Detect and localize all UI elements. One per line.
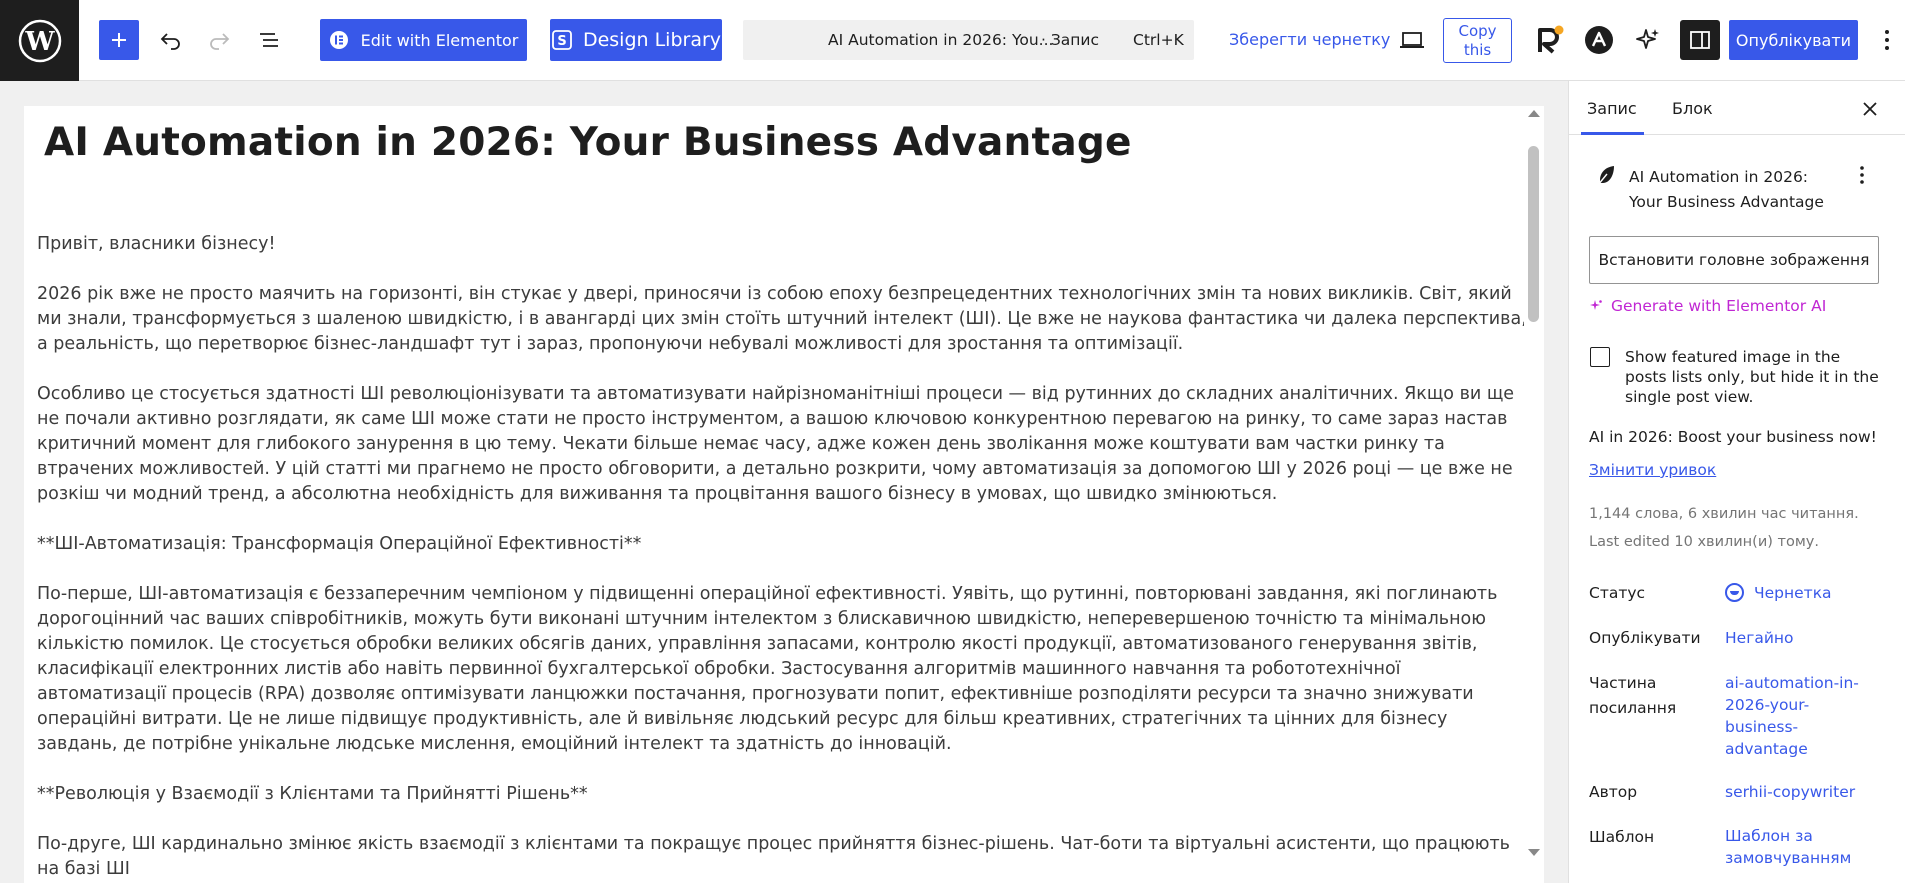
preview-button[interactable]: [1392, 20, 1432, 60]
elementor-icon: [329, 31, 348, 49]
design-library-button[interactable]: S Design Library: [550, 19, 722, 61]
slug-value: ai-automation-in- 2026-your-business-adva…: [1725, 674, 1859, 758]
command-bar-shortcut: Ctrl+K: [1133, 31, 1184, 49]
sparkle-icon: [1636, 29, 1659, 49]
template-value-button[interactable]: Шаблон за замовчуванням: [1725, 825, 1865, 869]
set-featured-image-button[interactable]: Встановити головне зображення: [1589, 236, 1879, 284]
undo-icon: [160, 33, 180, 50]
svg-text:W: W: [24, 27, 55, 57]
paragraph-block[interactable]: **ШІ-Автоматизація: Трансформація Операц…: [37, 532, 1524, 557]
list-view-icon: [260, 33, 278, 47]
options-menu-button[interactable]: [1872, 20, 1902, 60]
publish-date-button[interactable]: Негайно: [1725, 627, 1875, 649]
sidebar-post-title: AI Automation in 2026: Your Business Adv…: [1629, 168, 1824, 211]
scroll-up-arrow[interactable]: [1528, 110, 1540, 117]
settings-sidebar-toggle[interactable]: [1680, 20, 1720, 60]
paragraph-block[interactable]: **Революція у Взаємодії з Клієнтами та П…: [37, 782, 1524, 807]
edit-excerpt-link[interactable]: Змінити уривок: [1589, 461, 1716, 479]
paragraph-block[interactable]: Привіт, власники бізнесу!: [37, 232, 1524, 257]
featured-image-hide-label: Show featured image in the posts lists o…: [1625, 348, 1879, 406]
tab-post[interactable]: Запис: [1587, 99, 1637, 118]
r-plugin-button[interactable]: [1529, 20, 1569, 60]
svg-text:S: S: [557, 34, 566, 49]
edit-with-elementor-label: Edit with Elementor: [360, 30, 519, 50]
add-block-button[interactable]: [99, 20, 139, 60]
redo-button[interactable]: [199, 20, 239, 60]
paragraph-block[interactable]: По-перше, ШІ-автоматизація є беззаперечн…: [37, 582, 1524, 757]
editor-toolbar: W Edit with Elementor S Design Library A…: [0, 0, 1905, 81]
paragraph-block[interactable]: 2026 рік вже не просто маячить на горизо…: [37, 282, 1524, 357]
paragraph-block[interactable]: По-друге, ШІ кардинально змінює якість в…: [37, 832, 1524, 882]
list-view-button[interactable]: [249, 20, 289, 60]
copy-this-line1: Copy: [1458, 22, 1497, 40]
more-vertical-icon: [1885, 30, 1889, 50]
a-plugin-button[interactable]: [1579, 20, 1619, 60]
slug-value-button[interactable]: ai-automation-in- 2026-your-business-adva…: [1725, 672, 1865, 760]
save-draft-button[interactable]: Зберегти чернетку: [1229, 30, 1390, 49]
generate-with-elementor-ai-button[interactable]: Generate with Elementor AI: [1589, 297, 1826, 315]
scroll-down-arrow[interactable]: [1528, 849, 1540, 856]
desktop-preview-icon: [1400, 32, 1424, 48]
a-logo-icon: [1585, 26, 1613, 54]
design-library-label: Design Library: [582, 29, 722, 51]
active-tab-indicator: [1581, 132, 1644, 135]
draft-status-icon: [1725, 583, 1744, 602]
sidebar-tabs: Запис Блок: [1569, 81, 1905, 135]
editor-canvas-area: AI Automation in 2026: Your Business Adv…: [0, 81, 1568, 883]
editor-scrollbar[interactable]: [1524, 106, 1544, 883]
post-type-icon: [1595, 164, 1617, 186]
status-value-button[interactable]: Чернетка: [1725, 582, 1875, 604]
wordpress-logo-icon: W: [18, 19, 61, 62]
plus-icon: [112, 33, 126, 47]
status-label: Статус: [1589, 584, 1646, 602]
command-bar-post-type: · Запис: [1041, 31, 1100, 49]
word-count: 1,144 слова, 6 хвилин час читання.: [1589, 506, 1859, 522]
copy-this-line2: this: [1463, 41, 1492, 59]
command-bar-title: AI Automation in 2026: You...: [828, 31, 1054, 49]
close-sidebar-button[interactable]: [1859, 98, 1881, 120]
post-title[interactable]: AI Automation in 2026: Your Business Adv…: [44, 120, 1132, 165]
post-content[interactable]: Привіт, власники бізнесу! 2026 рік вже н…: [37, 232, 1524, 883]
publish-button[interactable]: Опублікувати: [1729, 20, 1858, 60]
design-library-icon: S: [552, 30, 572, 50]
publish-label: Опублікувати: [1589, 629, 1701, 647]
post-editor-canvas[interactable]: AI Automation in 2026: Your Business Adv…: [24, 106, 1524, 883]
wordpress-logo-button[interactable]: W: [0, 0, 79, 81]
status-value: Чернетка: [1754, 584, 1832, 602]
command-palette-bar[interactable]: AI Automation in 2026: You... · Запис Ct…: [743, 20, 1194, 60]
generate-ai-label: Generate with Elementor AI: [1611, 297, 1827, 315]
sidebar-icon: [1690, 31, 1710, 49]
post-actions-menu-button[interactable]: [1859, 165, 1879, 191]
template-label: Шаблон: [1589, 828, 1655, 846]
sparkle-icon: [1590, 300, 1602, 310]
slug-label: Частина посилання: [1589, 674, 1677, 717]
paragraph-block[interactable]: Особливо це стосується здатності ШІ рево…: [37, 382, 1524, 507]
redo-icon: [210, 33, 230, 50]
author-label: Автор: [1589, 783, 1638, 801]
more-vertical-icon: [1860, 166, 1864, 184]
settings-sidebar: Запис Блок AI Automation in 2026: Your B…: [1568, 81, 1905, 883]
feather-icon: [1597, 166, 1614, 186]
undo-button[interactable]: [151, 20, 191, 60]
featured-image-hide-checkbox[interactable]: [1590, 347, 1610, 367]
edit-with-elementor-button[interactable]: Edit with Elementor: [320, 19, 527, 61]
copy-this-button[interactable]: Copy this: [1443, 18, 1512, 63]
last-edited: Last edited 10 хвилин(и) тому.: [1589, 534, 1819, 550]
close-icon: [1863, 102, 1877, 116]
author-value-button[interactable]: serhii-copywriter: [1725, 781, 1875, 803]
r-logo-icon: [1538, 25, 1564, 54]
ai-sparkle-button[interactable]: [1628, 20, 1668, 60]
post-excerpt: AI in 2026: Boost your business now!: [1589, 428, 1877, 446]
scrollbar-thumb[interactable]: [1528, 146, 1539, 322]
tab-block[interactable]: Блок: [1672, 99, 1713, 118]
